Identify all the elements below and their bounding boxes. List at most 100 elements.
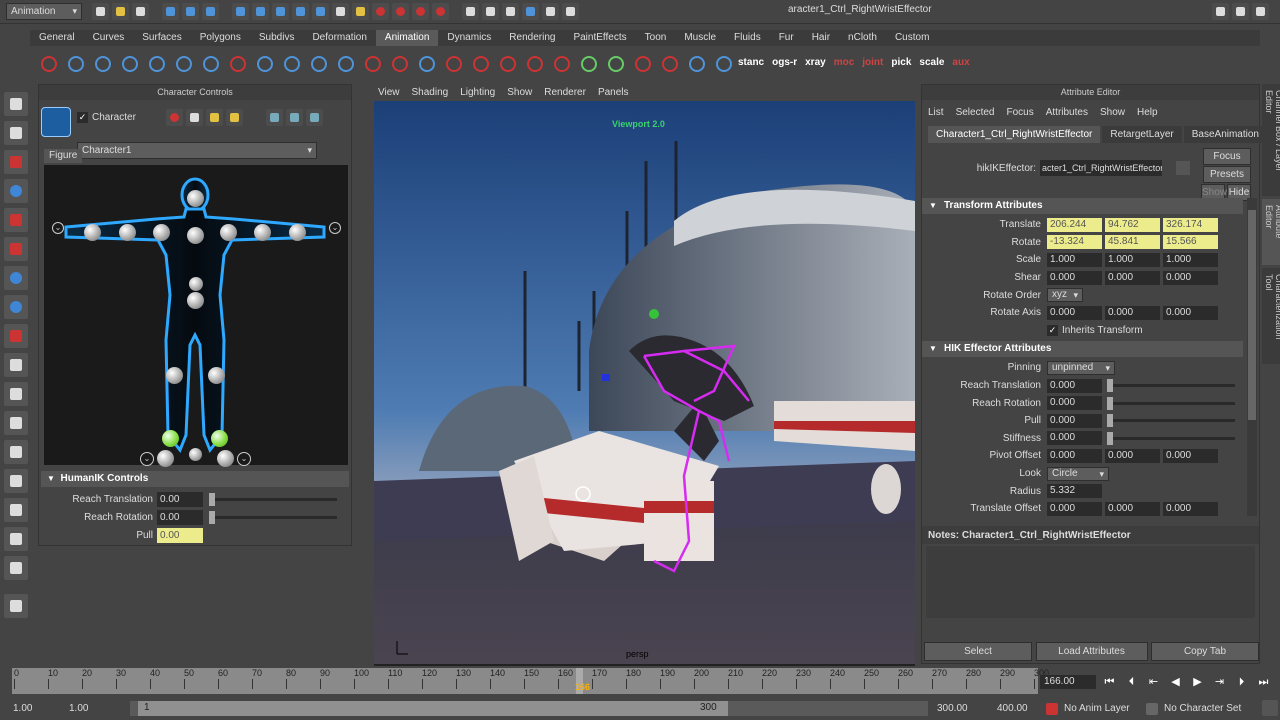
- shelf-icon-12[interactable]: [333, 51, 355, 73]
- shelf-tab-dynamics[interactable]: Dynamics: [438, 30, 500, 46]
- translate-offset-z-field[interactable]: 0.000: [1163, 501, 1218, 516]
- viewport-menu-show[interactable]: Show: [507, 87, 532, 98]
- hik-effector-attributes-header[interactable]: HIK Effector Attributes: [922, 341, 1243, 358]
- show-manipulator-icon[interactable]: [4, 324, 28, 348]
- shear-z-field[interactable]: 0.000: [1163, 270, 1218, 285]
- select-hierarchy-icon[interactable]: [162, 3, 179, 20]
- right-hand-expand-icon[interactable]: ⌄: [329, 222, 341, 234]
- viewport-menu-view[interactable]: View: [378, 87, 400, 98]
- rotate-order-dropdown[interactable]: xyz: [1047, 288, 1083, 303]
- shelf-button-xray[interactable]: xray: [805, 57, 826, 68]
- pivot-offset-y-field[interactable]: 0.000: [1105, 448, 1160, 463]
- left-ankle-effector[interactable]: [162, 430, 179, 447]
- shelf-tab-rendering[interactable]: Rendering: [500, 30, 564, 46]
- stiffness-field[interactable]: 0.000: [1047, 431, 1102, 446]
- chest-effector[interactable]: [187, 227, 204, 244]
- humanik-figure[interactable]: ⌄ ⌄ ⌄ ⌄: [44, 165, 348, 467]
- shelf-icon-2[interactable]: [63, 51, 85, 73]
- last-tool-icon[interactable]: [4, 353, 28, 377]
- scale-y-field[interactable]: 1.000: [1105, 252, 1160, 267]
- add-effector-icon[interactable]: [266, 108, 283, 126]
- step-back-key-icon[interactable]: ⇤: [1145, 674, 1162, 691]
- reach-rotation-slider[interactable]: [209, 510, 337, 524]
- tab-channel-box[interactable]: Channel Box / Layer Editor: [1262, 84, 1280, 196]
- pivot-offset-x-field[interactable]: 0.000: [1047, 448, 1102, 463]
- pull-slider[interactable]: [1107, 414, 1235, 428]
- hypershade-icon[interactable]: [432, 3, 449, 20]
- viewport-menu-lighting[interactable]: Lighting: [460, 87, 495, 98]
- attribute-scrollbar[interactable]: [1247, 198, 1257, 516]
- shelf-tab-toon[interactable]: Toon: [636, 30, 676, 46]
- shelf-icon-18[interactable]: [495, 51, 517, 73]
- presets-button[interactable]: Presets: [1203, 166, 1251, 183]
- node-name-field[interactable]: acter1_Ctrl_RightWristEffector: [1040, 160, 1162, 176]
- universal-manipulator-icon[interactable]: [4, 266, 28, 290]
- shelf-icon-10[interactable]: [279, 51, 301, 73]
- left-foot-expand-icon[interactable]: ⌄: [140, 452, 154, 466]
- reach-translation-field[interactable]: 0.000: [1047, 378, 1102, 393]
- single-perspective-layout-icon[interactable]: [4, 382, 28, 406]
- shelf-icon-16[interactable]: [441, 51, 463, 73]
- left-knee-effector[interactable]: [166, 367, 183, 384]
- pull-field[interactable]: 0.00: [157, 527, 203, 543]
- right-foot-effector[interactable]: [217, 450, 234, 467]
- rotate-x-field[interactable]: -13.324: [1047, 235, 1102, 250]
- attribute-editor-menu-show[interactable]: Show: [1100, 107, 1125, 118]
- pinning-dropdown[interactable]: unpinned: [1047, 360, 1115, 375]
- right-knee-effector[interactable]: [208, 367, 225, 384]
- snap-plane-icon[interactable]: [292, 3, 309, 20]
- head-effector[interactable]: [187, 190, 204, 207]
- shelf-tab-painteffects[interactable]: PaintEffects: [564, 30, 635, 46]
- end-time-field[interactable]: 400.00: [994, 701, 1042, 716]
- attribute-editor-menu-list[interactable]: List: [928, 107, 944, 118]
- viewport-menu-panels[interactable]: Panels: [598, 87, 629, 98]
- shelf-tab-animation[interactable]: Animation: [375, 30, 439, 46]
- graph-editor-layout-icon[interactable]: [4, 527, 28, 551]
- render-settings-icon[interactable]: [412, 3, 429, 20]
- rotate-z-field[interactable]: 15.566: [1163, 235, 1218, 250]
- shear-x-field[interactable]: 0.000: [1047, 270, 1102, 285]
- attribute-editor-menu-selected[interactable]: Selected: [956, 107, 995, 118]
- rotate-tool-icon[interactable]: [4, 208, 28, 232]
- shelf-tab-ncloth[interactable]: nCloth: [839, 30, 886, 46]
- shelf-icon-19[interactable]: [522, 51, 544, 73]
- humanik-controls-header[interactable]: ▼ HumanIK Controls: [41, 471, 349, 487]
- lock-icon[interactable]: [352, 3, 369, 20]
- snap-surface-icon[interactable]: [312, 3, 329, 20]
- step-back-frame-icon[interactable]: ⏴: [1123, 674, 1140, 691]
- pivot-offset-z-field[interactable]: 0.000: [1163, 448, 1218, 463]
- left-elbow-effector[interactable]: [119, 224, 136, 241]
- look-dropdown[interactable]: Circle: [1047, 466, 1109, 481]
- shelf-tab-general[interactable]: General: [30, 30, 84, 46]
- shelf-tab-fluids[interactable]: Fluids: [725, 30, 770, 46]
- save-scene-icon[interactable]: [132, 3, 149, 20]
- right-elbow-effector[interactable]: [254, 224, 271, 241]
- viewport-menu-renderer[interactable]: Renderer: [544, 87, 586, 98]
- shelf-tab-muscle[interactable]: Muscle: [675, 30, 725, 46]
- viewport-menu-shading[interactable]: Shading: [412, 87, 449, 98]
- range-slider-track[interactable]: 1 300: [130, 701, 928, 716]
- open-scene-icon[interactable]: [112, 3, 129, 20]
- attribute-editor-menu-help[interactable]: Help: [1137, 107, 1158, 118]
- pin-icon[interactable]: [166, 108, 183, 126]
- attribute-editor-menu-focus[interactable]: Focus: [1006, 107, 1033, 118]
- shelf-icon-9[interactable]: [252, 51, 274, 73]
- shelf-icon-26[interactable]: [711, 51, 733, 73]
- right-ankle-effector[interactable]: [211, 430, 228, 447]
- shelf-tab-polygons[interactable]: Polygons: [191, 30, 250, 46]
- select-component-icon[interactable]: [202, 3, 219, 20]
- playback-start-field[interactable]: 1.00: [66, 701, 122, 716]
- load-attributes-button[interactable]: Load Attributes: [1035, 642, 1148, 661]
- shelf-tab-custom[interactable]: Custom: [886, 30, 938, 46]
- shelf-icon-8[interactable]: [225, 51, 247, 73]
- input-field-icon[interactable]: [562, 3, 579, 20]
- start-time-field[interactable]: 1.00: [10, 701, 58, 716]
- view-icon[interactable]: [522, 3, 539, 20]
- hypershade-layout-icon[interactable]: [4, 498, 28, 522]
- shelf-icon-7[interactable]: [198, 51, 220, 73]
- shelf-icon-23[interactable]: [630, 51, 652, 73]
- hips-translation-effector[interactable]: [189, 448, 202, 461]
- shelf-button-scale[interactable]: scale: [919, 57, 944, 68]
- anim-layer-dropdown[interactable]: No Anim Layer: [1046, 701, 1142, 716]
- stiffness-slider[interactable]: [1107, 431, 1235, 445]
